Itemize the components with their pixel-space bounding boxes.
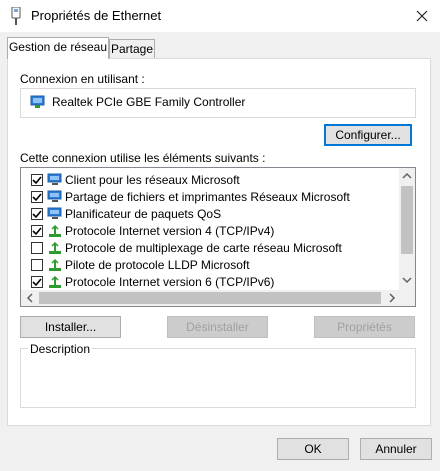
- install-button[interactable]: Installer...: [20, 316, 121, 338]
- checkbox[interactable]: [31, 258, 43, 271]
- protocol-icon: [49, 224, 61, 237]
- description-title: Description: [28, 342, 93, 356]
- connection-label: Connexion en utilisant :: [20, 72, 145, 86]
- list-item[interactable]: Protocole de multiplexage de carte résea…: [21, 239, 401, 256]
- description-box: [20, 348, 416, 408]
- properties-button[interactable]: Propriétés: [314, 316, 415, 338]
- item-label: Partage de fichiers et imprimantes Résea…: [65, 189, 350, 204]
- scroll-up-icon[interactable]: [402, 172, 412, 180]
- checkmark-icon: [32, 175, 42, 184]
- checkbox[interactable]: [31, 275, 43, 288]
- checkmark-icon: [32, 209, 42, 218]
- list-item[interactable]: Pilote de protocole LLDP Microsoft: [21, 256, 401, 273]
- network-client-icon: [47, 207, 62, 219]
- checkmark-icon: [32, 226, 42, 235]
- item-label: Protocole Internet version 4 (TCP/IPv4): [65, 223, 275, 238]
- network-client-icon: [47, 190, 62, 202]
- vertical-scroll-thumb[interactable]: [401, 186, 413, 254]
- ethernet-icon: [11, 7, 21, 25]
- checkbox[interactable]: [31, 190, 43, 203]
- configure-button[interactable]: Configurer...: [324, 124, 412, 146]
- cancel-button[interactable]: Annuler: [360, 438, 432, 460]
- scroll-down-icon[interactable]: [402, 276, 412, 284]
- item-label: Client pour les réseaux Microsoft: [65, 172, 240, 187]
- list-item[interactable]: Partage de fichiers et imprimantes Résea…: [21, 188, 401, 205]
- item-label: Protocole Internet version 6 (TCP/IPv6): [65, 274, 275, 289]
- scroll-right-icon[interactable]: [388, 293, 396, 303]
- list-item[interactable]: Protocole Internet version 4 (TCP/IPv4): [21, 222, 401, 239]
- list-item[interactable]: Planificateur de paquets QoS: [21, 205, 401, 222]
- list-item[interactable]: Client pour les réseaux Microsoft: [21, 171, 401, 188]
- protocol-icon: [49, 241, 61, 254]
- network-adapter-icon: [30, 95, 45, 108]
- window-title: Propriétés de Ethernet: [31, 8, 162, 23]
- uninstall-button[interactable]: Désinstaller: [167, 316, 268, 338]
- adapter-name: Realtek PCIe GBE Family Controller: [52, 95, 246, 109]
- horizontal-scroll-thumb[interactable]: [39, 292, 381, 304]
- scroll-left-icon[interactable]: [26, 293, 34, 303]
- components-list[interactable]: Client pour les réseaux Microsoft Partag…: [20, 167, 416, 307]
- checkmark-icon: [32, 192, 42, 201]
- protocol-icon: [49, 258, 61, 271]
- tab-partage[interactable]: Partage: [109, 39, 155, 59]
- tab-gestion-reseau[interactable]: Gestion de réseau: [7, 37, 109, 59]
- checkbox[interactable]: [31, 207, 43, 220]
- checkbox[interactable]: [31, 224, 43, 237]
- checkbox[interactable]: [31, 173, 43, 186]
- protocol-icon: [49, 275, 61, 288]
- items-label: Cette connexion utilise les éléments sui…: [20, 151, 266, 165]
- close-button[interactable]: [404, 0, 440, 32]
- item-label: Protocole de multiplexage de carte résea…: [65, 240, 342, 255]
- list-item[interactable]: Protocole Internet version 6 (TCP/IPv6): [21, 273, 401, 290]
- item-label: Pilote de protocole LLDP Microsoft: [65, 257, 250, 272]
- network-client-icon: [47, 173, 62, 185]
- item-label: Planificateur de paquets QoS: [65, 206, 222, 221]
- checkmark-icon: [32, 277, 42, 286]
- ok-button[interactable]: OK: [277, 438, 349, 460]
- close-icon: [416, 10, 428, 22]
- checkbox[interactable]: [31, 241, 43, 254]
